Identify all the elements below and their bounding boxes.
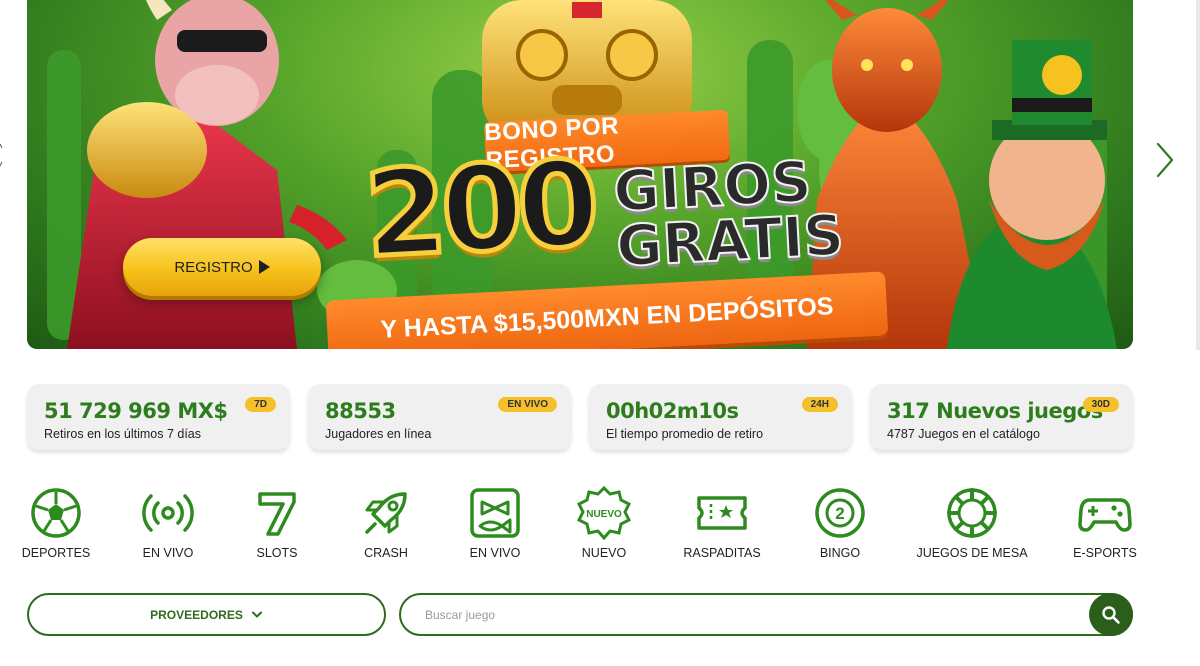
- category-e-sports[interactable]: E-SPORTS: [1071, 486, 1139, 566]
- stat-label: El tiempo promedio de retiro: [606, 427, 764, 441]
- category-label: RASPADITAS: [683, 546, 761, 560]
- providers-label: PROVEEDORES: [150, 607, 243, 622]
- stat-card-players: 88553 Jugadores en línea EN VIVO: [308, 384, 571, 450]
- soccer-ball-icon: [31, 488, 81, 538]
- category-en-vivo[interactable]: EN VIVO: [134, 486, 202, 566]
- stat-value: 88553: [325, 399, 396, 423]
- search-button[interactable]: [1089, 593, 1133, 636]
- chevron-down-icon: [251, 611, 262, 617]
- stat-card-new-games: 317 Nuevos juegos 4787 Juegos en el catá…: [870, 384, 1133, 450]
- promo-number: 200: [359, 132, 599, 287]
- bingo-ball-icon: 2: [815, 488, 865, 538]
- providers-dropdown[interactable]: PROVEEDORES: [27, 593, 386, 636]
- category-slots[interactable]: SLOTS: [243, 486, 311, 566]
- category-label: CRASH: [364, 546, 408, 560]
- play-arrow-icon: [258, 260, 270, 274]
- stat-label: Jugadores en línea: [325, 427, 432, 441]
- category-crash[interactable]: CRASH: [352, 486, 420, 566]
- bingo-ball-number: 2: [835, 504, 844, 523]
- stat-card-withdraw-time: 00h02m10s El tiempo promedio de retiro 2…: [589, 384, 852, 450]
- previous-slide-hint[interactable]: [0, 140, 3, 172]
- chevron-right-icon[interactable]: [1152, 140, 1176, 180]
- stat-badge: 7D: [245, 397, 276, 412]
- stat-label: 4787 Juegos en el catálogo: [887, 427, 1040, 441]
- register-button[interactable]: REGISTRO: [123, 238, 321, 296]
- category-label: NUEVO: [581, 546, 627, 560]
- search-icon: [1102, 605, 1120, 624]
- search-box[interactable]: [399, 593, 1133, 636]
- broadcast-icon: [142, 494, 194, 532]
- stat-value: 00h02m10s: [606, 399, 739, 423]
- promo-headline: GIROS GRATIS: [611, 149, 847, 281]
- category-label: BINGO: [819, 546, 861, 560]
- category-label: E-SPORTS: [1073, 546, 1137, 560]
- category-bingo[interactable]: 2 BINGO: [806, 486, 874, 566]
- category-label: EN VIVO: [469, 546, 521, 560]
- new-badge-text: NUEVO: [586, 509, 622, 520]
- stat-badge: 24H: [801, 397, 838, 412]
- category-label: EN VIVO: [142, 546, 194, 560]
- category-label: JUEGOS DE MESA: [916, 546, 1028, 560]
- poker-chip-icon: [947, 488, 997, 538]
- category-juegos-de-mesa[interactable]: JUEGOS DE MESA: [916, 486, 1028, 566]
- category-en-vivo-games[interactable]: EN VIVO: [461, 486, 529, 566]
- stat-badge: EN VIVO: [498, 397, 557, 412]
- new-badge-icon: NUEVO: [577, 486, 631, 540]
- category-nuevo[interactable]: NUEVO NUEVO: [570, 486, 638, 566]
- category-raspaditas[interactable]: RASPADITAS: [679, 486, 765, 566]
- seven-icon: [258, 492, 296, 536]
- register-button-label: REGISTRO: [174, 258, 253, 276]
- category-label: DEPORTES: [21, 546, 91, 560]
- stat-card-withdrawals: 51 729 969 MX$ Retiros en los últimos 7 …: [27, 384, 290, 450]
- promo-line-2: GRATIS: [614, 202, 847, 281]
- category-label: SLOTS: [256, 546, 298, 560]
- stat-value: 317 Nuevos juegos: [887, 399, 1103, 423]
- rocket-icon: [365, 492, 407, 534]
- search-input[interactable]: [425, 605, 1065, 625]
- scratch-ticket-icon: [697, 496, 747, 530]
- gamepad-icon: [1078, 498, 1132, 532]
- stat-value: 51 729 969 MX$: [44, 399, 228, 423]
- category-deportes[interactable]: DEPORTES: [22, 486, 90, 566]
- scroll-edge: [1196, 0, 1200, 350]
- live-game-icon: [470, 488, 520, 538]
- hero-banner[interactable]: BONO POR REGISTRO 200 GIROS GRATIS Y HAS…: [27, 0, 1133, 349]
- stat-badge: 30D: [1082, 397, 1119, 412]
- stat-label: Retiros en los últimos 7 días: [44, 427, 202, 441]
